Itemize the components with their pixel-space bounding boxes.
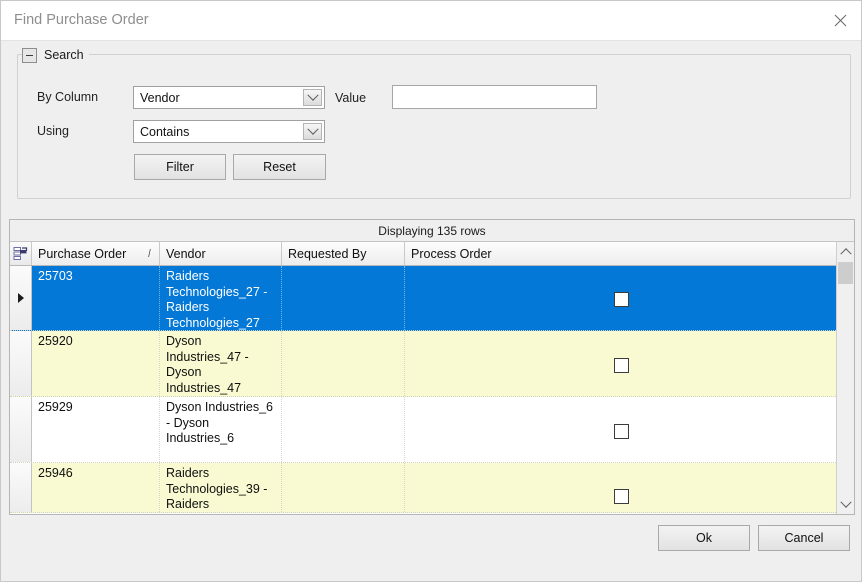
cell-purchase-order: 25946 xyxy=(32,463,160,512)
row-indicator[interactable] xyxy=(10,397,32,462)
cell-process-order xyxy=(405,266,837,330)
chevron-down-icon[interactable] xyxy=(303,123,322,140)
cell-process-order xyxy=(405,397,837,462)
cell-vendor: Raiders Technologies_39 - Raiders xyxy=(160,463,282,512)
by-column-select[interactable]: Vendor xyxy=(133,86,325,109)
search-group-legend: Search xyxy=(22,46,89,64)
column-header-vendor[interactable]: Vendor xyxy=(160,242,282,265)
row-indicator[interactable] xyxy=(10,463,32,512)
table-row[interactable]: 25929 Dyson Industries_6 - Dyson Industr… xyxy=(10,397,854,463)
chevron-down-icon xyxy=(839,496,852,508)
grid-status-bar: Displaying 135 rows xyxy=(10,220,854,242)
chevron-down-icon[interactable] xyxy=(303,89,322,106)
scrollbar-thumb[interactable] xyxy=(838,262,853,284)
cell-vendor: Dyson Industries_6 - Dyson Industries_6 xyxy=(160,397,282,462)
column-header-label: Purchase Order xyxy=(38,246,127,261)
filter-button[interactable]: Filter xyxy=(134,154,226,180)
by-column-label: By Column xyxy=(37,90,99,104)
cell-purchase-order: 25929 xyxy=(32,397,160,462)
cell-requested-by xyxy=(282,463,405,512)
cell-process-order xyxy=(405,331,837,396)
by-column-selected-value: Vendor xyxy=(140,90,180,105)
grid-vertical-scrollbar[interactable] xyxy=(836,242,854,514)
title-bar: Find Purchase Order xyxy=(1,1,861,41)
using-select[interactable]: Contains xyxy=(133,120,325,143)
minus-icon xyxy=(26,54,33,56)
row-indicator[interactable] xyxy=(10,331,32,396)
column-header-process-order[interactable]: Process Order xyxy=(405,242,837,265)
grid-corner-icon xyxy=(13,247,28,260)
table-row[interactable]: 25946 Raiders Technologies_39 - Raiders xyxy=(10,463,854,513)
cell-vendor: Dyson Industries_47 - Dyson Industries_4… xyxy=(160,331,282,396)
collapse-search-button[interactable] xyxy=(22,47,37,63)
cell-purchase-order: 25703 xyxy=(32,266,160,330)
cell-requested-by xyxy=(282,331,405,396)
table-row[interactable]: 25920 Dyson Industries_47 - Dyson Indust… xyxy=(10,331,854,397)
current-row-caret-icon xyxy=(17,293,24,303)
window-title: Find Purchase Order xyxy=(14,12,149,28)
grid-body: Purchase Order / Vendor Requested By Pro… xyxy=(10,242,854,514)
select-all-grid-icon[interactable] xyxy=(10,242,32,265)
process-order-checkbox[interactable] xyxy=(614,292,629,307)
cell-process-order xyxy=(405,463,837,512)
process-order-checkbox[interactable] xyxy=(614,489,629,504)
process-order-checkbox[interactable] xyxy=(614,357,629,373)
grid-header-row: Purchase Order / Vendor Requested By Pro… xyxy=(10,242,854,266)
close-icon xyxy=(834,14,846,27)
find-purchase-order-dialog: Find Purchase Order Search By Column Ven… xyxy=(0,0,862,582)
cancel-button[interactable]: Cancel xyxy=(758,525,850,551)
reset-button[interactable]: Reset xyxy=(233,154,326,180)
cell-requested-by xyxy=(282,266,405,330)
search-group-label: Search xyxy=(44,48,84,62)
sort-indicator-icon: / xyxy=(148,247,151,260)
using-selected-value: Contains xyxy=(140,124,190,139)
scroll-down-button[interactable] xyxy=(837,496,854,514)
chevron-up-icon xyxy=(839,248,852,260)
using-label: Using xyxy=(37,124,69,138)
scroll-up-button[interactable] xyxy=(837,242,854,260)
row-indicator[interactable] xyxy=(10,266,32,330)
cell-requested-by xyxy=(282,397,405,462)
cell-purchase-order: 25920 xyxy=(32,331,160,396)
cell-vendor: Raiders Technologies_27 - Raiders Techno… xyxy=(160,266,282,330)
value-input[interactable] xyxy=(392,85,597,109)
column-header-purchase-order[interactable]: Purchase Order / xyxy=(32,242,160,265)
value-label: Value xyxy=(335,91,367,105)
table-row[interactable]: 25703 Raiders Technologies_27 - Raiders … xyxy=(10,266,854,331)
ok-button[interactable]: Ok xyxy=(658,525,750,551)
close-button[interactable] xyxy=(817,1,861,40)
column-header-requested-by[interactable]: Requested By xyxy=(282,242,405,265)
process-order-checkbox[interactable] xyxy=(614,423,629,439)
results-grid: Displaying 135 rows Purchase Order / Ven… xyxy=(9,219,855,515)
